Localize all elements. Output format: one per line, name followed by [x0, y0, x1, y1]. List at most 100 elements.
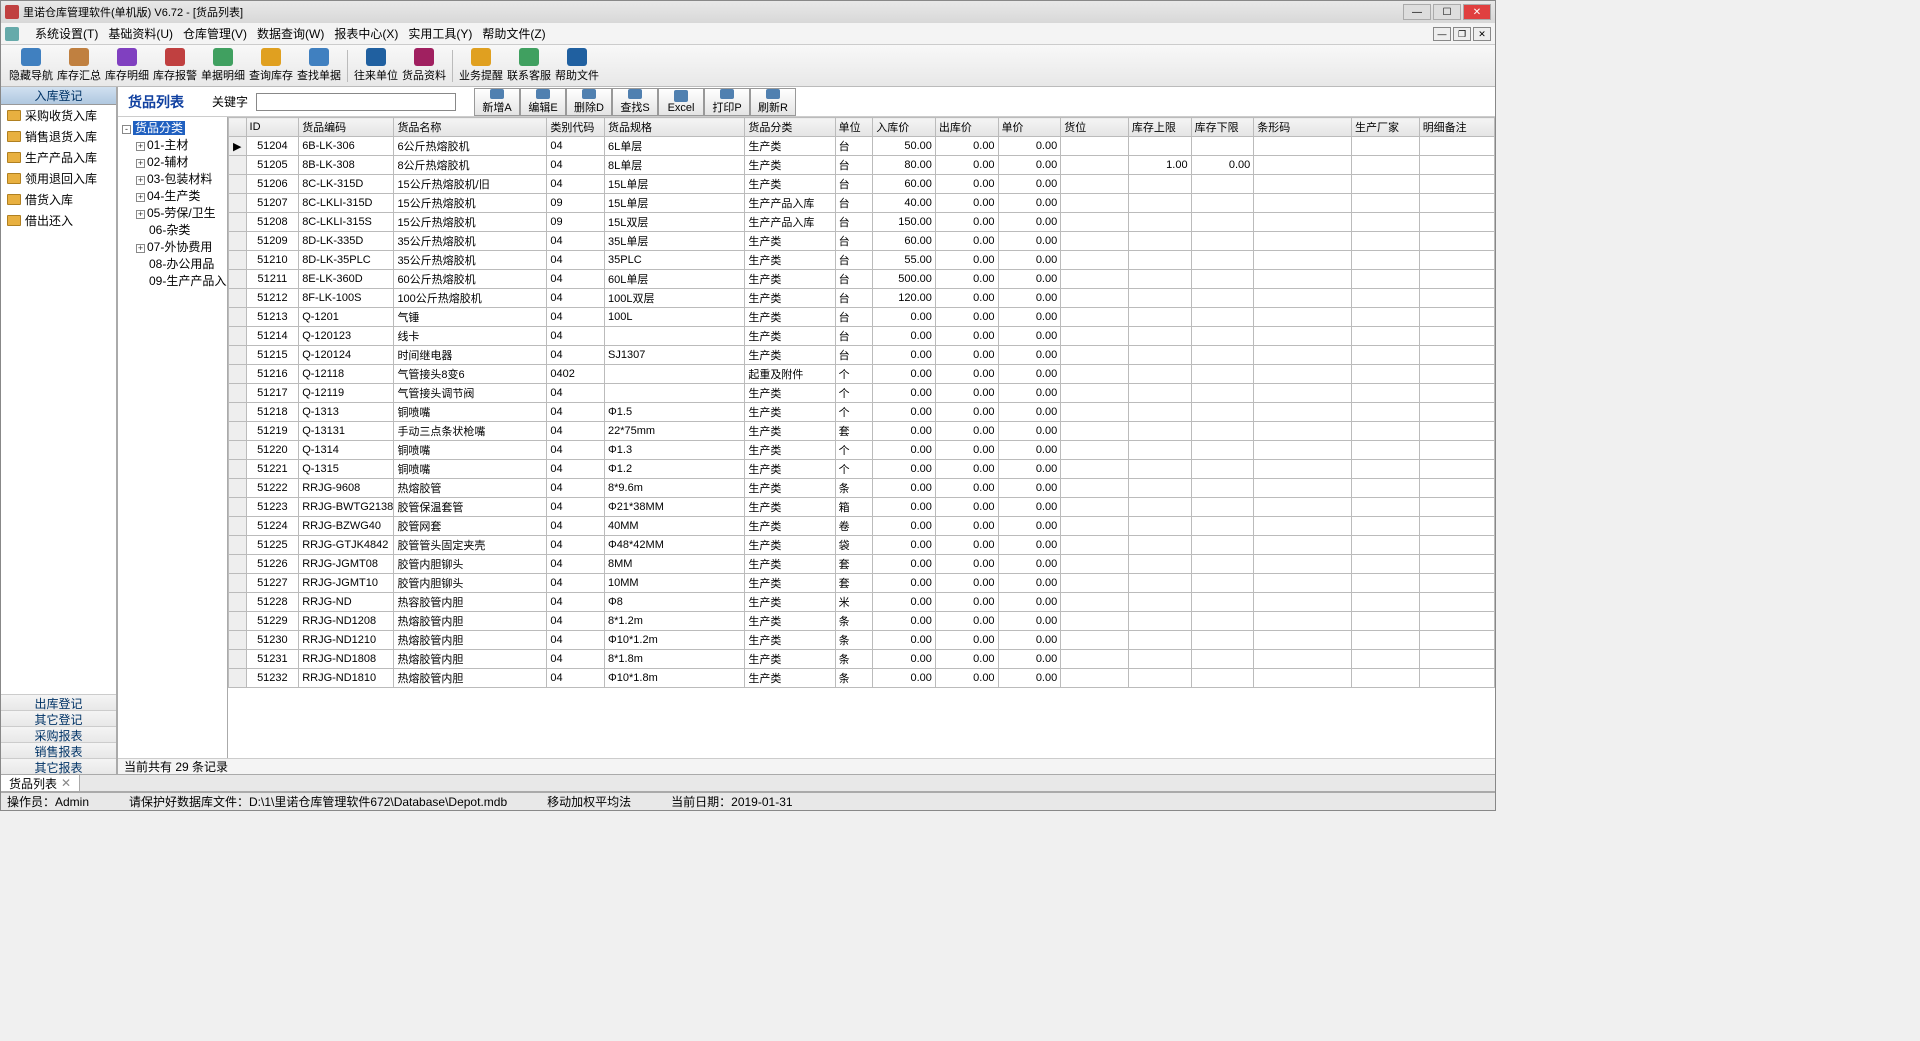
action-删除D[interactable]: 删除D	[566, 88, 612, 116]
menu-item-4[interactable]: 报表中心(X)	[334, 27, 398, 41]
nav-item-0[interactable]: 采购收货入库	[1, 105, 116, 126]
nav-item-2[interactable]: 生产产品入库	[1, 147, 116, 168]
column-header-12[interactable]: 库存下限	[1191, 118, 1254, 137]
column-header-14[interactable]: 生产厂家	[1352, 118, 1420, 137]
nav-item-3[interactable]: 领用退回入库	[1, 168, 116, 189]
row-selector[interactable]	[229, 498, 247, 517]
table-row[interactable]: 51224RRJG-BZWG40胶管网套0440MM生产类卷0.000.000.…	[229, 517, 1495, 536]
table-row[interactable]: 512068C-LK-315D15公斤热熔胶机/旧0415L单层生产类台60.0…	[229, 175, 1495, 194]
row-selector[interactable]	[229, 365, 247, 384]
toolbar-库存明细[interactable]: 库存明细	[105, 47, 149, 85]
toolbar-联系客服[interactable]: 联系客服	[507, 47, 551, 85]
close-button[interactable]: ✕	[1463, 4, 1491, 20]
table-row[interactable]: 512088C-LKLI-315S15公斤热熔胶机0915L双层生产产品入库台1…	[229, 213, 1495, 232]
row-selector[interactable]	[229, 574, 247, 593]
expand-icon[interactable]: +	[136, 193, 145, 202]
column-header-15[interactable]: 明细备注	[1419, 118, 1494, 137]
action-编辑E[interactable]: 编辑E	[520, 88, 566, 116]
row-selector[interactable]	[229, 517, 247, 536]
toolbar-货品资料[interactable]: 货品资料	[402, 47, 446, 85]
table-row[interactable]: 51217Q-12119气管接头调节阀04生产类个0.000.000.00	[229, 384, 1495, 403]
toolbar-单据明细[interactable]: 单据明细	[201, 47, 245, 85]
row-selector[interactable]	[229, 327, 247, 346]
table-row[interactable]: 51230RRJG-ND1210热熔胶管内胆04Φ10*1.2m生产类条0.00…	[229, 631, 1495, 650]
nav-item-5[interactable]: 借出还入	[1, 210, 116, 231]
row-selector[interactable]	[229, 270, 247, 289]
row-selector[interactable]	[229, 346, 247, 365]
row-selector[interactable]	[229, 289, 247, 308]
row-selector[interactable]	[229, 175, 247, 194]
row-selector[interactable]	[229, 612, 247, 631]
row-selector[interactable]	[229, 460, 247, 479]
column-header-2[interactable]: 货品名称	[394, 118, 547, 137]
table-row[interactable]: 512128F-LK-100S100公斤热熔胶机04100L双层生产类台120.…	[229, 289, 1495, 308]
category-node-5[interactable]: 06-杂类	[120, 221, 225, 238]
nav-header-inbound[interactable]: 入库登记	[1, 87, 116, 105]
table-row[interactable]: 51232RRJG-ND1810热熔胶管内胆04Φ10*1.8m生产类条0.00…	[229, 669, 1495, 688]
column-header-6[interactable]: 单位	[835, 118, 873, 137]
minimize-button[interactable]: —	[1403, 4, 1431, 20]
row-selector[interactable]	[229, 422, 247, 441]
grid-scroll[interactable]: ID货品编码货品名称类别代码货品规格货品分类单位入库价出库价单价货位库存上限库存…	[228, 117, 1495, 758]
keyword-input[interactable]	[256, 93, 456, 111]
tab-product-list[interactable]: 货品列表 ✕	[1, 775, 80, 791]
table-row[interactable]: 51213Q-1201气锤04100L生产类台0.000.000.00	[229, 308, 1495, 327]
column-header-11[interactable]: 库存上限	[1128, 118, 1191, 137]
table-row[interactable]: 51227RRJG-JGMT10胶管内胆铆头0410MM生产类套0.000.00…	[229, 574, 1495, 593]
category-node-7[interactable]: 08-办公用品	[120, 255, 225, 272]
column-header-4[interactable]: 货品规格	[605, 118, 745, 137]
nav-footer-2[interactable]: 采购报表	[1, 726, 116, 742]
row-selector[interactable]	[229, 555, 247, 574]
action-刷新R[interactable]: 刷新R	[750, 88, 796, 116]
row-selector[interactable]	[229, 479, 247, 498]
column-header-0[interactable]: ID	[246, 118, 299, 137]
row-selector[interactable]	[229, 251, 247, 270]
table-row[interactable]: 51226RRJG-JGMT08胶管内胆铆头048MM生产类套0.000.000…	[229, 555, 1495, 574]
row-selector[interactable]	[229, 232, 247, 251]
category-node-1[interactable]: +02-辅材	[120, 153, 225, 170]
table-row[interactable]: 51228RRJG-ND热容胶管内胆04Φ8生产类米0.000.000.00	[229, 593, 1495, 612]
nav-footer-4[interactable]: 其它报表	[1, 758, 116, 774]
expand-icon[interactable]: +	[136, 142, 145, 151]
toolbar-查询库存[interactable]: 查询库存	[249, 47, 293, 85]
column-header-9[interactable]: 单价	[998, 118, 1061, 137]
column-header-10[interactable]: 货位	[1061, 118, 1129, 137]
expand-icon[interactable]: +	[136, 176, 145, 185]
menu-item-5[interactable]: 实用工具(Y)	[408, 27, 472, 41]
toolbar-业务提醒[interactable]: 业务提醒	[459, 47, 503, 85]
table-row[interactable]: ▶512046B-LK-3066公斤热熔胶机046L单层生产类台50.000.0…	[229, 137, 1495, 156]
table-row[interactable]: 512098D-LK-335D35公斤热熔胶机0435L单层生产类台60.000…	[229, 232, 1495, 251]
column-header-7[interactable]: 入库价	[873, 118, 936, 137]
row-selector[interactable]	[229, 669, 247, 688]
expand-icon[interactable]: +	[136, 244, 145, 253]
mdi-close-button[interactable]: ✕	[1473, 27, 1491, 41]
mdi-restore-button[interactable]: ❐	[1453, 27, 1471, 41]
table-row[interactable]: 512118E-LK-360D60公斤热熔胶机0460L单层生产类台500.00…	[229, 270, 1495, 289]
row-selector[interactable]	[229, 441, 247, 460]
table-row[interactable]: 51223RRJG-BWTG2138胶管保温套管04Φ21*38MM生产类箱0.…	[229, 498, 1495, 517]
menu-item-2[interactable]: 仓库管理(V)	[183, 27, 247, 41]
category-node-2[interactable]: +03-包装材料	[120, 170, 225, 187]
column-header-3[interactable]: 类别代码	[547, 118, 605, 137]
toolbar-帮助文件[interactable]: 帮助文件	[555, 47, 599, 85]
table-row[interactable]: 51215Q-120124时间继电器04SJ1307生产类台0.000.000.…	[229, 346, 1495, 365]
menu-item-6[interactable]: 帮助文件(Z)	[482, 27, 545, 41]
nav-footer-3[interactable]: 销售报表	[1, 742, 116, 758]
row-selector[interactable]	[229, 593, 247, 612]
row-selector[interactable]	[229, 308, 247, 327]
row-selector[interactable]: ▶	[229, 137, 247, 156]
row-selector[interactable]	[229, 213, 247, 232]
toolbar-库存汇总[interactable]: 库存汇总	[57, 47, 101, 85]
mdi-minimize-button[interactable]: —	[1433, 27, 1451, 41]
table-row[interactable]: 51231RRJG-ND1808热熔胶管内胆048*1.8m生产类条0.000.…	[229, 650, 1495, 669]
nav-footer-1[interactable]: 其它登记	[1, 710, 116, 726]
expand-icon[interactable]: +	[136, 159, 145, 168]
action-打印P[interactable]: 打印P	[704, 88, 750, 116]
tree-root[interactable]: -货品分类	[120, 119, 225, 136]
column-header-5[interactable]: 货品分类	[745, 118, 835, 137]
expand-icon[interactable]: +	[136, 210, 145, 219]
category-node-6[interactable]: +07-外协费用	[120, 238, 225, 255]
column-header-13[interactable]: 条形码	[1254, 118, 1352, 137]
row-selector[interactable]	[229, 156, 247, 175]
nav-item-4[interactable]: 借货入库	[1, 189, 116, 210]
